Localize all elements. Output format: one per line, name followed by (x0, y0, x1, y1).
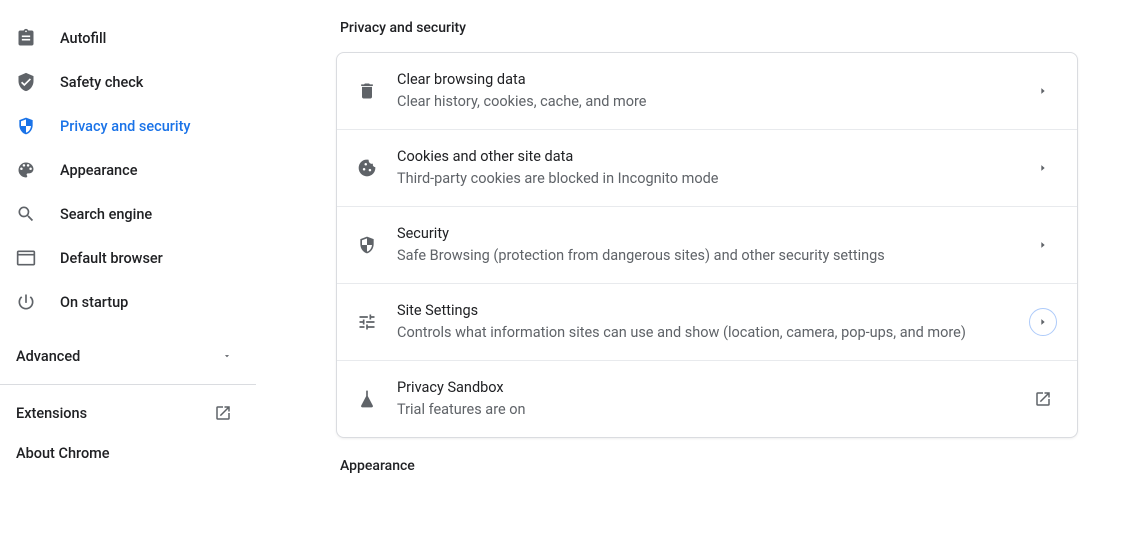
sidebar-item-appearance[interactable]: Appearance (0, 150, 256, 190)
shield-icon (357, 235, 377, 255)
chevron-right-icon (1029, 77, 1057, 105)
appearance-icon (16, 160, 36, 180)
row-desc: Safe Browsing (protection from dangerous… (397, 245, 1029, 267)
row-desc: Clear history, cookies, cache, and more (397, 91, 1029, 113)
row-security[interactable]: Security Safe Browsing (protection from … (337, 207, 1077, 284)
privacy-shield-icon (16, 116, 36, 136)
chevron-right-icon (1029, 154, 1057, 182)
sidebar-extensions[interactable]: Extensions (0, 393, 256, 433)
chevron-right-icon (1029, 308, 1057, 336)
advanced-label: Advanced (16, 348, 80, 365)
about-label: About Chrome (16, 445, 110, 462)
row-title: Privacy Sandbox (397, 377, 1029, 399)
sidebar-item-label: Search engine (60, 206, 152, 223)
trash-icon (357, 81, 377, 101)
startup-icon (16, 292, 36, 312)
row-privacy-sandbox[interactable]: Privacy Sandbox Trial features are on (337, 361, 1077, 437)
flask-icon (357, 389, 377, 409)
sidebar-item-label: Autofill (60, 30, 106, 47)
main-content: Privacy and security Clear browsing data… (256, 0, 1135, 490)
row-text: Site Settings Controls what information … (397, 300, 1029, 344)
section-header-privacy: Privacy and security (336, 0, 1111, 52)
row-text: Cookies and other site data Third-party … (397, 146, 1029, 190)
default-browser-icon (16, 248, 36, 268)
row-desc: Trial features are on (397, 399, 1029, 421)
sidebar-item-label: Appearance (60, 162, 137, 179)
sidebar-separator (0, 384, 256, 385)
sidebar-item-label: Safety check (60, 74, 143, 91)
autofill-icon (16, 28, 36, 48)
sidebar-advanced-toggle[interactable]: Advanced (0, 336, 256, 376)
row-text: Clear browsing data Clear history, cooki… (397, 69, 1029, 113)
row-text: Privacy Sandbox Trial features are on (397, 377, 1029, 421)
sidebar-item-privacy-security[interactable]: Privacy and security (0, 106, 256, 146)
sidebar-about-chrome[interactable]: About Chrome (0, 433, 256, 473)
row-text: Security Safe Browsing (protection from … (397, 223, 1029, 267)
sidebar-item-on-startup[interactable]: On startup (0, 282, 256, 322)
chevron-right-icon (1029, 231, 1057, 259)
row-title: Site Settings (397, 300, 1029, 322)
cookie-icon (357, 158, 377, 178)
search-icon (16, 204, 36, 224)
safety-check-icon (16, 72, 36, 92)
extensions-label: Extensions (16, 405, 87, 422)
settings-sidebar: Autofill Safety check Privacy and securi… (0, 0, 256, 490)
row-desc: Third-party cookies are blocked in Incog… (397, 168, 1029, 190)
sliders-icon (357, 312, 377, 332)
sidebar-item-label: Default browser (60, 250, 163, 267)
external-link-icon (214, 404, 232, 422)
row-desc: Controls what information sites can use … (397, 322, 1029, 344)
sidebar-item-search-engine[interactable]: Search engine (0, 194, 256, 234)
row-title: Clear browsing data (397, 69, 1029, 91)
sidebar-item-label: Privacy and security (60, 118, 191, 135)
row-title: Cookies and other site data (397, 146, 1029, 168)
chevron-down-icon (222, 351, 232, 361)
sidebar-item-label: On startup (60, 294, 128, 311)
sidebar-item-safety-check[interactable]: Safety check (0, 62, 256, 102)
row-clear-browsing-data[interactable]: Clear browsing data Clear history, cooki… (337, 53, 1077, 130)
row-cookies[interactable]: Cookies and other site data Third-party … (337, 130, 1077, 207)
sidebar-item-default-browser[interactable]: Default browser (0, 238, 256, 278)
row-site-settings[interactable]: Site Settings Controls what information … (337, 284, 1077, 361)
sidebar-item-autofill[interactable]: Autofill (0, 18, 256, 58)
privacy-card: Clear browsing data Clear history, cooki… (336, 52, 1078, 438)
row-title: Security (397, 223, 1029, 245)
section-header-appearance: Appearance (336, 438, 1111, 490)
external-link-icon (1029, 385, 1057, 413)
